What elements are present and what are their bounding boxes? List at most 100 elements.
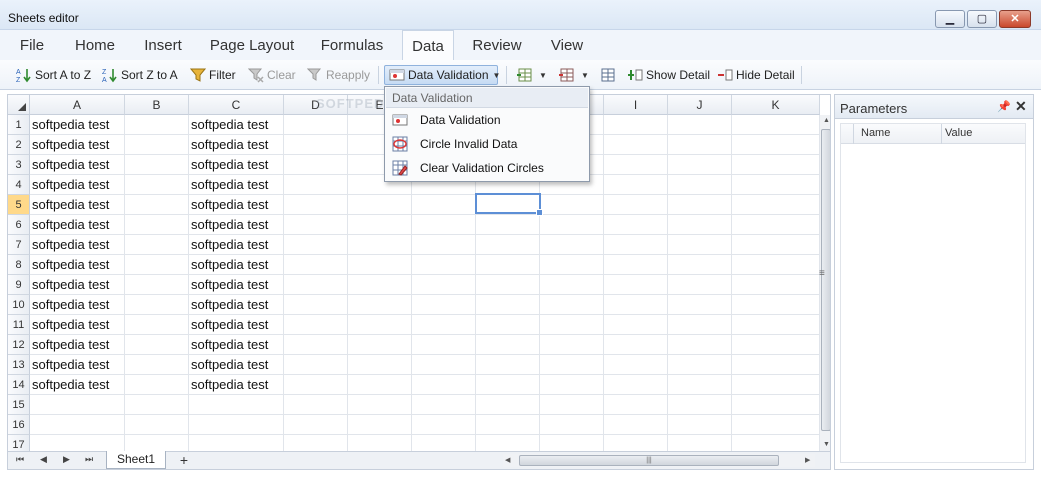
maximize-button[interactable]: ▢: [967, 10, 997, 28]
column-header-value[interactable]: Value: [945, 127, 972, 139]
cell-c13[interactable]: softpedia test: [189, 355, 268, 375]
panel-splitter-icon[interactable]: ≡: [819, 268, 825, 279]
tab-page-layout[interactable]: Page Layout: [206, 30, 298, 60]
cell-a9[interactable]: softpedia test: [30, 275, 109, 295]
ungroup-button[interactable]: ▼: [558, 65, 589, 85]
hide-detail-button[interactable]: Hide Detail: [717, 65, 795, 85]
row-header-10[interactable]: 10: [8, 295, 30, 315]
row-header-2[interactable]: 2: [8, 135, 30, 155]
row-header-3[interactable]: 3: [8, 155, 30, 175]
tab-file[interactable]: File: [12, 30, 52, 60]
cell-c14[interactable]: softpedia test: [189, 375, 268, 395]
row-header-4[interactable]: 4: [8, 175, 30, 195]
cell-c11[interactable]: softpedia test: [189, 315, 268, 335]
row-header-13[interactable]: 13: [8, 355, 30, 375]
cell-a10[interactable]: softpedia test: [30, 295, 109, 315]
cell-a7[interactable]: softpedia test: [30, 235, 109, 255]
tab-data[interactable]: Data: [402, 30, 454, 60]
column-header-a[interactable]: A: [30, 95, 125, 115]
vertical-scrollbar[interactable]: ▲ ▼: [820, 115, 830, 451]
prev-sheet-icon[interactable]: ◀: [40, 454, 47, 465]
sort-z-to-a-button[interactable]: ZA Sort Z to A: [102, 65, 178, 85]
first-sheet-icon[interactable]: ⏮: [16, 454, 24, 465]
active-cell-selection[interactable]: [475, 193, 543, 216]
panel-close-icon[interactable]: ✕: [1015, 98, 1027, 115]
cell-a2[interactable]: softpedia test: [30, 135, 109, 155]
cell-a13[interactable]: softpedia test: [30, 355, 109, 375]
scroll-down-icon[interactable]: ▼: [823, 441, 830, 448]
row-header-17[interactable]: 17: [8, 435, 30, 451]
row-header-6[interactable]: 6: [8, 215, 30, 235]
chevron-down-icon: ▼: [539, 70, 547, 80]
grid-row-line: [30, 314, 820, 315]
scroll-left-icon[interactable]: ◀: [505, 456, 510, 464]
cell-a12[interactable]: softpedia test: [30, 335, 109, 355]
menu-item-circle-invalid-data[interactable]: Circle Invalid Data: [386, 132, 588, 156]
cell-c1[interactable]: softpedia test: [189, 115, 268, 135]
cell-a14[interactable]: softpedia test: [30, 375, 109, 395]
show-detail-button[interactable]: Show Detail: [627, 65, 710, 85]
pin-icon[interactable]: 📌: [997, 100, 1011, 113]
row-header-14[interactable]: 14: [8, 375, 30, 395]
column-header-name[interactable]: Name: [861, 127, 890, 139]
row-header-7[interactable]: 7: [8, 235, 30, 255]
tab-review[interactable]: Review: [468, 30, 526, 60]
menu-item-clear-validation-circles[interactable]: Clear Validation Circles: [386, 156, 588, 180]
row-header-1[interactable]: 1: [8, 115, 30, 135]
cell-c2[interactable]: softpedia test: [189, 135, 268, 155]
cell-a8[interactable]: softpedia test: [30, 255, 109, 275]
close-button[interactable]: ✕: [999, 10, 1031, 28]
column-header-b[interactable]: B: [125, 95, 189, 115]
select-all-corner[interactable]: [8, 95, 30, 115]
cell-a6[interactable]: softpedia test: [30, 215, 109, 235]
row-header-9[interactable]: 9: [8, 275, 30, 295]
cell-a11[interactable]: softpedia test: [30, 315, 109, 335]
cell-c3[interactable]: softpedia test: [189, 155, 268, 175]
tab-formulas[interactable]: Formulas: [316, 30, 388, 60]
column-header-k[interactable]: K: [732, 95, 820, 115]
filter-button[interactable]: Filter: [189, 65, 236, 85]
data-validation-icon: [389, 67, 405, 83]
scroll-up-icon[interactable]: ▲: [823, 117, 830, 124]
tab-home[interactable]: Home: [70, 30, 120, 60]
cell-c12[interactable]: softpedia test: [189, 335, 268, 355]
add-sheet-button[interactable]: +: [172, 452, 196, 468]
clear-button[interactable]: Clear: [247, 65, 296, 85]
cell-c8[interactable]: softpedia test: [189, 255, 268, 275]
cell-c10[interactable]: softpedia test: [189, 295, 268, 315]
row-header-16[interactable]: 16: [8, 415, 30, 435]
vertical-scroll-thumb[interactable]: [821, 129, 830, 431]
sheet-tab-sheet1[interactable]: Sheet1: [106, 451, 166, 469]
next-sheet-icon[interactable]: ▶: [63, 454, 70, 465]
cell-a5[interactable]: softpedia test: [30, 195, 109, 215]
cell-c7[interactable]: softpedia test: [189, 235, 268, 255]
cell-c6[interactable]: softpedia test: [189, 215, 268, 235]
column-header-j[interactable]: J: [668, 95, 732, 115]
last-sheet-icon[interactable]: ⏭: [85, 454, 93, 465]
tab-insert[interactable]: Insert: [140, 30, 186, 60]
sort-a-to-z-button[interactable]: AZ Sort A to Z: [16, 65, 91, 85]
horizontal-scrollbar[interactable]: ◀ ||| ▶: [503, 454, 815, 467]
horizontal-scroll-thumb[interactable]: |||: [519, 455, 779, 466]
row-header-15[interactable]: 15: [8, 395, 30, 415]
cell-c5[interactable]: softpedia test: [189, 195, 268, 215]
menu-item-data-validation[interactable]: Data Validation: [386, 108, 588, 132]
scroll-right-icon[interactable]: ▶: [805, 456, 810, 464]
cell-a4[interactable]: softpedia test: [30, 175, 109, 195]
reapply-button[interactable]: Reapply: [306, 65, 370, 85]
row-header-5[interactable]: 5: [8, 195, 30, 215]
column-header-c[interactable]: C: [189, 95, 284, 115]
subtotal-button[interactable]: [600, 65, 619, 85]
cell-c4[interactable]: softpedia test: [189, 175, 268, 195]
group-button[interactable]: ▼: [516, 65, 547, 85]
tab-view[interactable]: View: [544, 30, 590, 60]
cell-a1[interactable]: softpedia test: [30, 115, 109, 135]
row-header-8[interactable]: 8: [8, 255, 30, 275]
cell-a3[interactable]: softpedia test: [30, 155, 109, 175]
cell-c9[interactable]: softpedia test: [189, 275, 268, 295]
row-header-12[interactable]: 12: [8, 335, 30, 355]
data-validation-button[interactable]: Data Validation ▼: [384, 65, 500, 85]
minimize-button[interactable]: ▁: [935, 10, 965, 28]
column-header-i[interactable]: I: [604, 95, 668, 115]
row-header-11[interactable]: 11: [8, 315, 30, 335]
